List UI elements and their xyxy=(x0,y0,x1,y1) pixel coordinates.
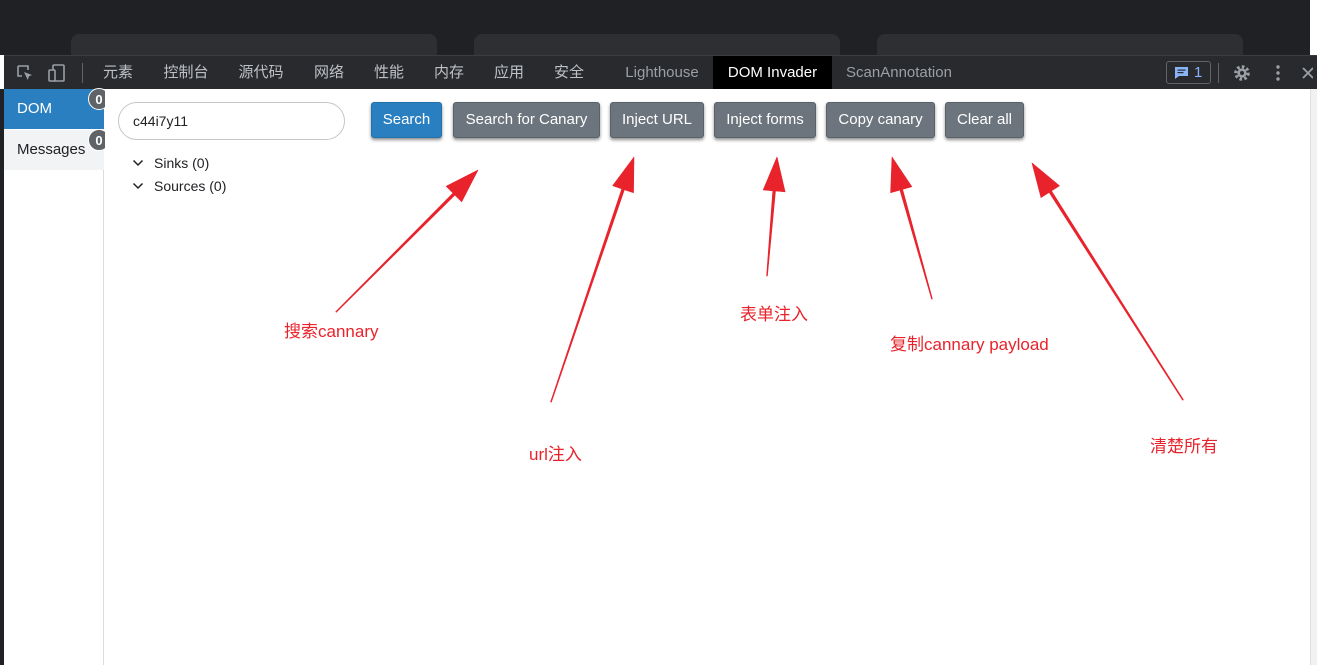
arrow-clear-all xyxy=(1031,162,1184,401)
annotation-inject-forms: 表单注入 xyxy=(740,305,808,324)
annotation-overlay xyxy=(335,156,1184,403)
arrow-search-canary xyxy=(335,169,479,313)
annotation-copy-canary: 复制cannary payload xyxy=(890,335,1049,354)
annotation-inject-url: url注入 xyxy=(529,445,582,464)
arrow-inject-forms xyxy=(762,156,786,277)
arrow-copy-canary xyxy=(890,156,933,300)
arrow-inject-url xyxy=(550,156,635,403)
annotation-clear-all: 清楚所有 xyxy=(1150,437,1218,456)
screenshot-root: 元素 控制台 源代码 网络 性能 内存 应用 安全 Lighthouse DOM… xyxy=(0,0,1317,665)
annotation-search-canary: 搜索cannary xyxy=(284,322,379,341)
